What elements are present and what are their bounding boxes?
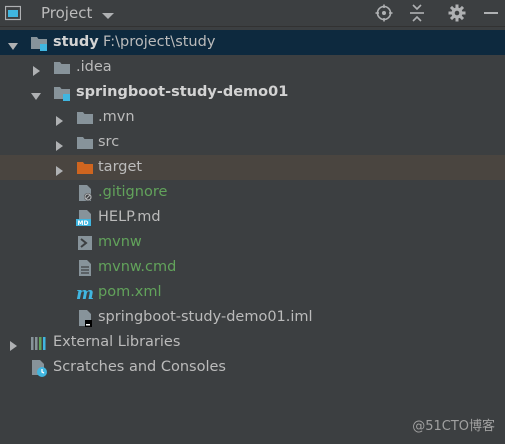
tree-row-mvnw[interactable]: mvnw <box>0 230 505 255</box>
tree-label-mvnw: mvnw <box>98 234 142 250</box>
tree-row-gitignore[interactable]: .gitignore <box>0 180 505 205</box>
tree-label-external-libraries: External Libraries <box>53 334 181 350</box>
tree-label-src: src <box>98 134 120 150</box>
tree-row-target[interactable]: target <box>0 155 505 180</box>
expanded-arrow-icon[interactable] <box>30 87 42 100</box>
tree-label-idea: .idea <box>76 59 112 75</box>
tree-row-scratches[interactable]: Scratches and Consoles <box>0 355 505 380</box>
tree-row-study[interactable]: study F:\project\study <box>0 30 505 55</box>
module-folder-icon <box>30 34 48 52</box>
tree-label-study: study <box>53 34 99 50</box>
tree-row-mvnw-cmd[interactable]: mvnw.cmd <box>0 255 505 280</box>
svg-text:MD: MD <box>78 220 89 227</box>
collapse-all-icon[interactable] <box>407 3 427 23</box>
markdown-file-icon: MD <box>76 209 94 227</box>
watermark: @51CTO博客 <box>412 419 495 434</box>
text-file-icon <box>76 259 94 277</box>
tree-label-mvn: .mvn <box>98 109 135 125</box>
dropdown-arrow-icon[interactable] <box>101 7 115 19</box>
tree-label-module: springboot-study-demo01 <box>76 84 289 100</box>
collapsed-arrow-icon[interactable] <box>53 162 65 176</box>
tree-row-module[interactable]: springboot-study-demo01 <box>0 80 505 105</box>
project-tool-window-header: Project <box>0 0 505 27</box>
folder-icon <box>53 59 71 77</box>
project-view-icon[interactable] <box>4 5 22 21</box>
ignore-file-icon <box>76 184 94 202</box>
project-path: F:\project\study <box>103 34 216 50</box>
tree-row-idea[interactable]: .idea <box>0 55 505 80</box>
shell-script-icon <box>76 234 94 252</box>
scratches-icon <box>30 359 48 377</box>
tree-label-target: target <box>98 159 143 175</box>
collapsed-arrow-icon[interactable] <box>53 137 65 151</box>
settings-gear-icon[interactable] <box>447 3 467 23</box>
svg-text:m: m <box>76 284 94 302</box>
expanded-arrow-icon[interactable] <box>7 37 19 50</box>
folder-icon <box>76 134 94 152</box>
folder-icon <box>76 109 94 127</box>
tree-row-external-libraries[interactable]: External Libraries <box>0 330 505 355</box>
tree-row-help[interactable]: MD HELP.md <box>0 205 505 230</box>
tree-row-mvn[interactable]: .mvn <box>0 105 505 130</box>
tree-row-src[interactable]: src <box>0 130 505 155</box>
tree-row-iml[interactable]: springboot-study-demo01.iml <box>0 305 505 330</box>
tree-label-help: HELP.md <box>98 209 161 225</box>
maven-icon: m <box>76 284 94 304</box>
excluded-folder-icon <box>76 159 94 177</box>
locate-icon[interactable] <box>374 3 394 23</box>
iml-file-icon <box>76 309 94 327</box>
module-folder-icon <box>53 84 71 102</box>
tree-label-gitignore: .gitignore <box>98 184 168 200</box>
collapsed-arrow-icon[interactable] <box>30 62 42 76</box>
tree-label-scratches: Scratches and Consoles <box>53 359 226 375</box>
tree-row-pom[interactable]: m pom.xml <box>0 280 505 305</box>
libraries-icon <box>30 334 48 352</box>
collapsed-arrow-icon[interactable] <box>7 337 19 351</box>
view-selector-title[interactable]: Project <box>41 3 92 23</box>
tree-label-pom: pom.xml <box>98 284 162 300</box>
collapsed-arrow-icon[interactable] <box>53 112 65 126</box>
tree-label-mvnw-cmd: mvnw.cmd <box>98 259 177 275</box>
hide-icon[interactable] <box>481 3 501 23</box>
tree-label-iml: springboot-study-demo01.iml <box>98 309 313 325</box>
